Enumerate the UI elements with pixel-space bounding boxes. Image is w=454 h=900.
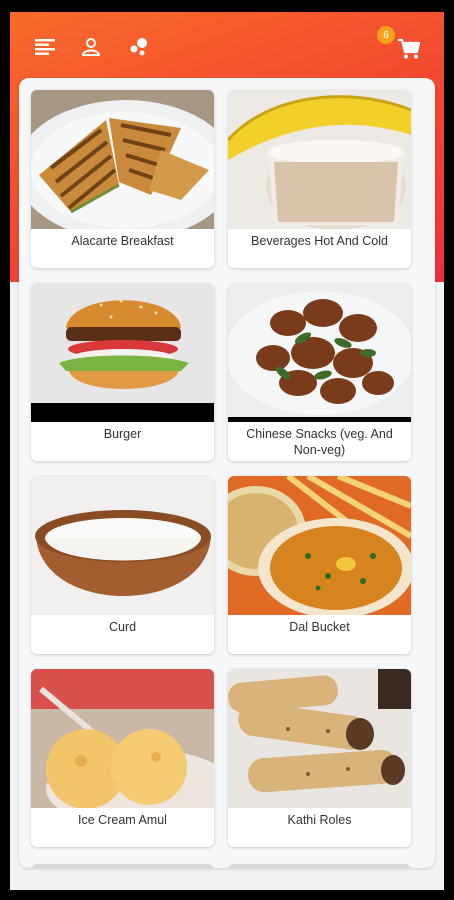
- category-label: Alacarte Breakfast: [71, 234, 174, 248]
- category-label: Chinese Snacks (veg. And Non-veg): [246, 427, 393, 457]
- category-label: Curd: [108, 620, 137, 634]
- menu-icon[interactable]: [32, 34, 58, 60]
- category-card-partial: [31, 864, 214, 868]
- top-bar: 6: [10, 12, 444, 80]
- category-card-beverages[interactable]: Beverages Hot And Cold: [228, 90, 411, 268]
- category-card-alacarte-breakfast[interactable]: Alacarte Breakfast: [31, 90, 214, 268]
- category-label: Ice Cream Amul: [78, 813, 167, 827]
- category-card-kathi-roles[interactable]: Kathi Roles: [228, 669, 411, 847]
- ice-cream-image: [31, 669, 214, 808]
- category-card-dal-bucket[interactable]: Dal Bucket: [228, 476, 411, 654]
- cart-icon[interactable]: [396, 36, 422, 62]
- category-panel: Alacarte Breakfast Beverages Hot And Col…: [19, 78, 435, 868]
- kathi-rolls-image: [228, 669, 411, 808]
- cart-count-badge: 6: [377, 26, 395, 44]
- category-card-chinese-snacks[interactable]: Chinese Snacks (veg. And Non-veg): [228, 283, 411, 461]
- app-screen: 6 Alacarte Breakfast Beverages Hot And C…: [10, 12, 444, 890]
- chilli-chicken-image: [228, 283, 411, 422]
- category-label: Beverages Hot And Cold: [251, 234, 388, 248]
- dal-image: [228, 476, 411, 615]
- category-card-curd[interactable]: Curd: [31, 476, 214, 654]
- category-label: Dal Bucket: [289, 620, 350, 634]
- category-card-ice-cream[interactable]: Ice Cream Amul: [31, 669, 214, 847]
- category-card-partial: [228, 864, 411, 868]
- profile-icon[interactable]: [78, 34, 104, 60]
- categories-icon[interactable]: [126, 34, 152, 60]
- category-label: Burger: [103, 427, 142, 441]
- burger-image: [31, 283, 214, 422]
- category-label: Kathi Roles: [287, 813, 352, 827]
- sandwich-image: [31, 90, 214, 229]
- curd-bowl-image: [31, 476, 214, 615]
- category-card-burger[interactable]: Burger: [31, 283, 214, 461]
- banana-shake-image: [228, 90, 411, 229]
- category-grid: Alacarte Breakfast Beverages Hot And Col…: [31, 90, 423, 847]
